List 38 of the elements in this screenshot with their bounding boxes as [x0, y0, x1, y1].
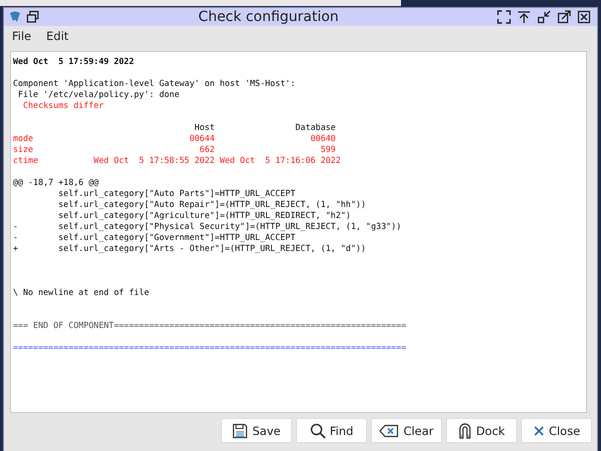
dock-button[interactable]: Dock — [446, 418, 517, 443]
minimize-icon[interactable] — [537, 10, 551, 24]
text-line: self.url_category["Auto Repair"]=(HTTP_URL_REJECT, (1, "hh")) — [57, 199, 366, 210]
text-line: Host Database — [194, 122, 336, 133]
save-button[interactable]: Save — [221, 418, 292, 443]
text-line: \ No newline at end of file — [13, 287, 150, 298]
dock-icon — [458, 422, 472, 438]
text-line: self.url_category["Agriculture"]=(HTTP_URL_REDIRECT, "h2") — [57, 210, 351, 221]
close-icon[interactable] — [577, 10, 591, 24]
text-line: Component 'Application-level Gateway' on host 'MS-Host': — [13, 78, 296, 89]
diff-text-line: size 662 599 — [13, 144, 336, 155]
text-line: - self.url_category["Government"]=HTTP_URL_ACCEPT — [13, 232, 296, 243]
text-line: self.url_category["Auto Parts"]=HTTP_URL_ACCEPT — [57, 188, 296, 199]
diff-text-line: mode 00644 00640 — [13, 133, 336, 144]
timestamp-text: Wed Oct 5 17:59:49 2022 — [13, 56, 134, 67]
fullscreen-icon[interactable] — [497, 10, 511, 24]
separator-line: ============================================================================== — [13, 342, 406, 353]
text-line: @@ -18,7 +18,6 @@ — [13, 177, 99, 188]
diff-text-line: Checksums differ — [22, 100, 104, 111]
menu-item[interactable]: File — [12, 30, 32, 43]
restore-icon[interactable] — [26, 10, 40, 24]
text-line: + self.url_category["Arts - Other"]=(HTTP_URL_REJECT, (1, "d")) — [13, 243, 366, 254]
text-line: - self.url_category["Physical Security"]=(HTTP_URL_REJECT, (1, "g33")) — [13, 221, 402, 232]
end-marker-line: === END OF COMPONENT========================================================== — [13, 320, 406, 331]
diff-text-line: ctime Wed Oct 5 17:58:55 2022 Wed Oct 5 17:16:06 2022 — [13, 155, 341, 166]
window-title: Check configuration — [197, 9, 340, 25]
clear-icon — [379, 424, 400, 438]
stay-on-top-icon[interactable] — [517, 10, 531, 24]
text-line: File '/etc/vela/policy.py': done — [17, 89, 180, 100]
find-button[interactable]: Find — [296, 418, 367, 443]
save-icon — [232, 422, 248, 438]
menu-item[interactable]: Edit — [46, 30, 69, 43]
maximize-icon[interactable] — [557, 10, 571, 24]
clear-button[interactable]: Clear — [371, 418, 442, 443]
app-logo-icon — [8, 10, 22, 24]
close-button[interactable]: Close — [521, 418, 592, 443]
find-icon — [310, 422, 326, 438]
close-icon — [532, 424, 545, 436]
